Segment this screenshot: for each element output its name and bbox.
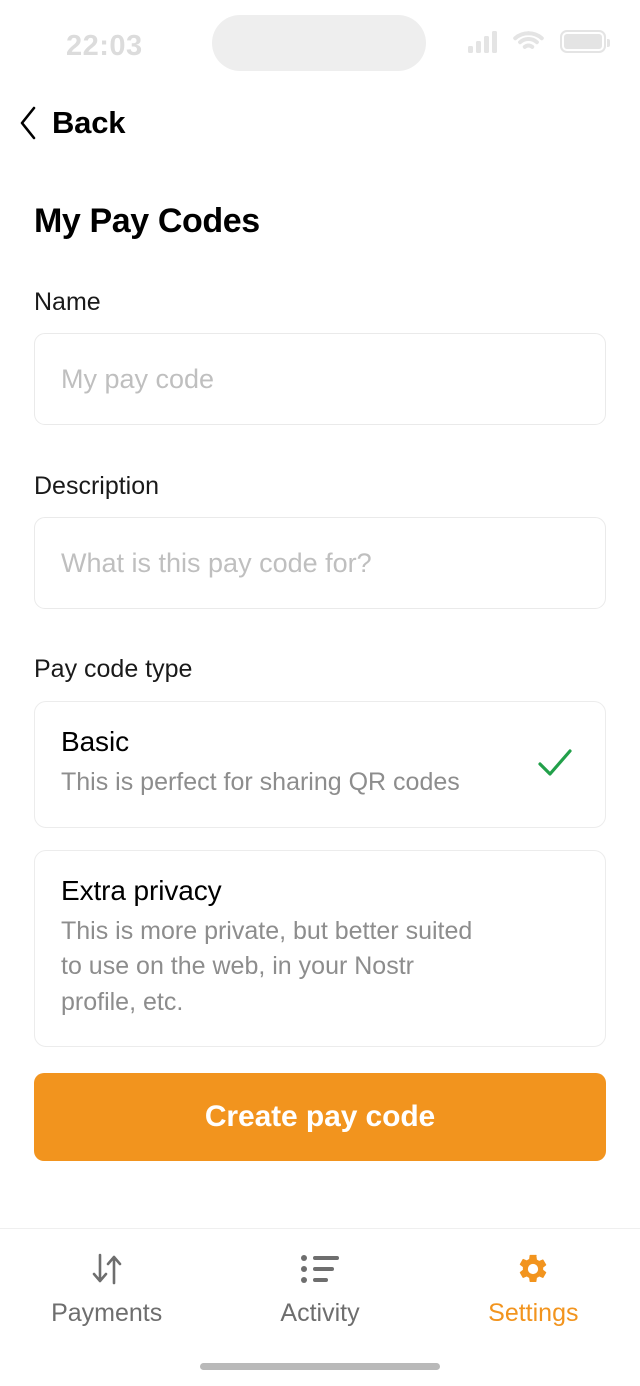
tab-label: Settings: [488, 1299, 579, 1327]
status-bar: 22:03: [0, 0, 640, 92]
page-title: My Pay Codes: [34, 202, 260, 240]
list-icon: [300, 1251, 339, 1287]
status-bar-icons: [468, 30, 610, 53]
transfer-arrows-icon: [88, 1251, 126, 1287]
pay-code-type-option-basic[interactable]: Basic This is perfect for sharing QR cod…: [34, 701, 606, 828]
page-content: My Pay Codes Name Description Pay code t…: [0, 154, 640, 1228]
phone-screen: 22:03 Back My Pay Codes Name My pay code…: [0, 0, 640, 1386]
back-button-label: Back: [52, 105, 126, 140]
tab-settings[interactable]: Settings: [427, 1251, 640, 1328]
back-button[interactable]: Back: [0, 92, 640, 154]
create-pay-code-button[interactable]: Create pay code: [34, 1073, 606, 1161]
gear-icon: [516, 1251, 550, 1287]
tab-payments[interactable]: Payments: [0, 1251, 213, 1328]
option-description: This is perfect for sharing QR codes: [61, 768, 460, 796]
description-field-label: Description: [34, 472, 160, 500]
status-bar-time: 22:03: [66, 30, 143, 62]
option-description: This is more private, but better suited …: [61, 916, 473, 1016]
pay-code-type-label: Pay code type: [34, 655, 193, 683]
signal-bars-icon: [468, 30, 497, 53]
tab-label: Payments: [51, 1299, 163, 1327]
chevron-left-icon: [20, 106, 36, 140]
home-indicator-area: [0, 1346, 640, 1386]
name-field-label: Name: [34, 288, 101, 316]
tab-activity[interactable]: Activity: [213, 1251, 426, 1328]
check-icon: [538, 749, 572, 776]
battery-icon: [560, 30, 610, 53]
option-title: Extra privacy: [61, 874, 222, 906]
name-input[interactable]: [34, 333, 606, 425]
description-input[interactable]: [34, 517, 606, 609]
tab-label: Activity: [280, 1299, 360, 1327]
pay-code-type-option-extra-privacy[interactable]: Extra privacy This is more private, but …: [34, 849, 606, 1047]
home-indicator[interactable]: [200, 1362, 440, 1370]
option-title: Basic: [61, 726, 129, 757]
bottom-tab-bar: Payments Activity Settings: [0, 1228, 640, 1346]
dynamic-island: [212, 15, 426, 71]
wifi-icon: [513, 30, 544, 53]
